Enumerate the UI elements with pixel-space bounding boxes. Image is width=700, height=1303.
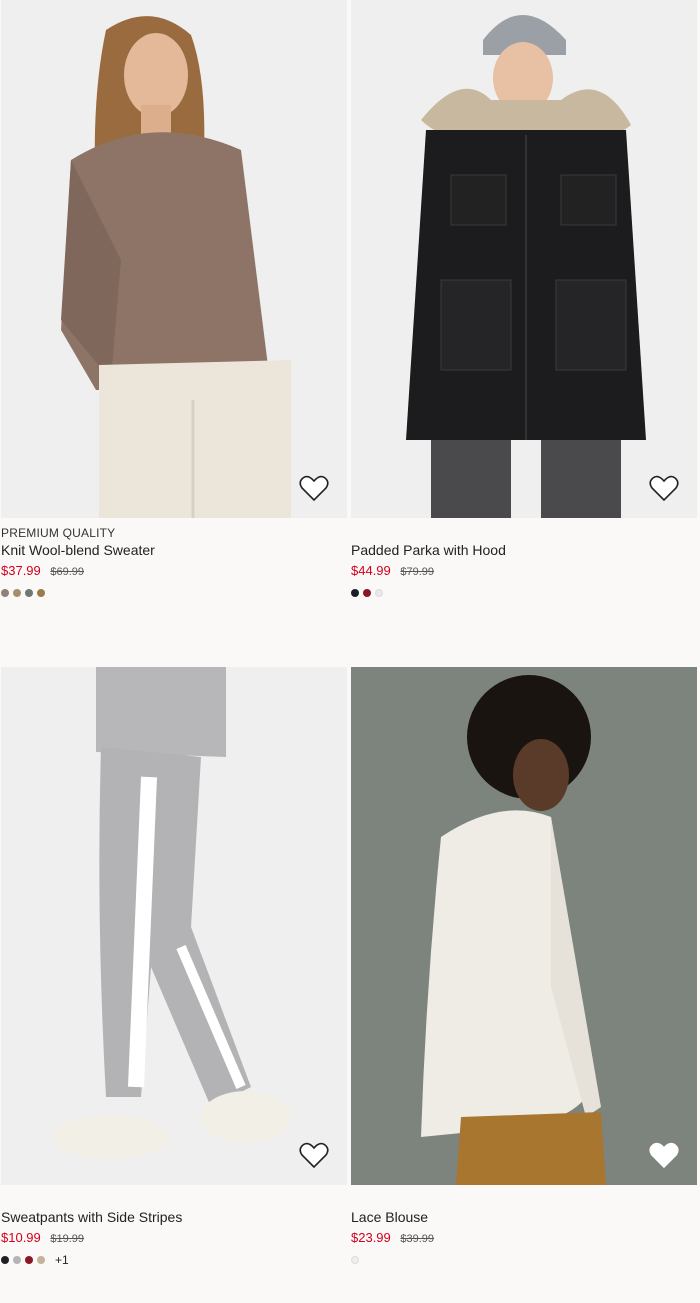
color-swatch[interactable]: [13, 589, 21, 597]
product-card[interactable]: Sweatpants with Side Stripes $10.99 $19.…: [1, 667, 347, 1267]
color-swatch[interactable]: [1, 1256, 9, 1264]
product-title[interactable]: Sweatpants with Side Stripes: [1, 1208, 347, 1228]
color-swatch[interactable]: [1, 589, 9, 597]
original-price: $19.99: [50, 1233, 85, 1245]
color-swatch[interactable]: [25, 589, 33, 597]
favorite-heart-icon[interactable]: [299, 1141, 329, 1169]
product-tag: PREMIUM QUALITY: [1, 526, 116, 540]
original-price: $79.99: [400, 566, 435, 578]
product-title[interactable]: Knit Wool-blend Sweater: [1, 541, 347, 561]
color-swatch[interactable]: [37, 1256, 45, 1264]
color-swatch[interactable]: [25, 1256, 33, 1264]
sale-price: $37.99: [1, 563, 41, 578]
product-image[interactable]: [1, 667, 347, 1185]
sale-price: $23.99: [351, 1230, 391, 1245]
product-tag: [351, 525, 697, 541]
product-card[interactable]: Padded Parka with Hood $44.99 $79.99: [351, 0, 697, 599]
color-swatches: [351, 587, 697, 599]
favorite-heart-icon[interactable]: [649, 1141, 679, 1169]
original-price: $69.99: [50, 566, 85, 578]
color-swatch[interactable]: [351, 1256, 359, 1264]
product-image[interactable]: [351, 0, 697, 518]
product-title[interactable]: Lace Blouse: [351, 1208, 697, 1228]
product-title[interactable]: Padded Parka with Hood: [351, 541, 697, 561]
product-tag: [1, 1192, 347, 1208]
product-photo: [1, 667, 347, 1185]
product-photo: [1, 0, 347, 518]
product-image[interactable]: [351, 667, 697, 1185]
sale-price: $10.99: [1, 1230, 41, 1245]
color-swatch[interactable]: [351, 589, 359, 597]
color-swatches: +1: [1, 1253, 347, 1267]
color-swatch[interactable]: [375, 589, 383, 597]
original-price: $39.99: [400, 1233, 435, 1245]
product-image[interactable]: [1, 0, 347, 518]
product-card[interactable]: Lace Blouse $23.99 $39.99: [351, 667, 697, 1266]
color-swatch[interactable]: [37, 589, 45, 597]
favorite-heart-icon[interactable]: [649, 474, 679, 502]
product-photo: [351, 667, 697, 1185]
more-colors-count[interactable]: +1: [55, 1253, 69, 1267]
product-photo: [351, 0, 697, 518]
product-card[interactable]: PREMIUM QUALITY Knit Wool-blend Sweater …: [1, 0, 347, 599]
favorite-heart-icon[interactable]: [299, 474, 329, 502]
color-swatch[interactable]: [363, 589, 371, 597]
product-tag: [351, 1192, 697, 1208]
color-swatch[interactable]: [13, 1256, 21, 1264]
sale-price: $44.99: [351, 563, 391, 578]
color-swatches: [351, 1254, 697, 1266]
color-swatches: [1, 587, 347, 599]
